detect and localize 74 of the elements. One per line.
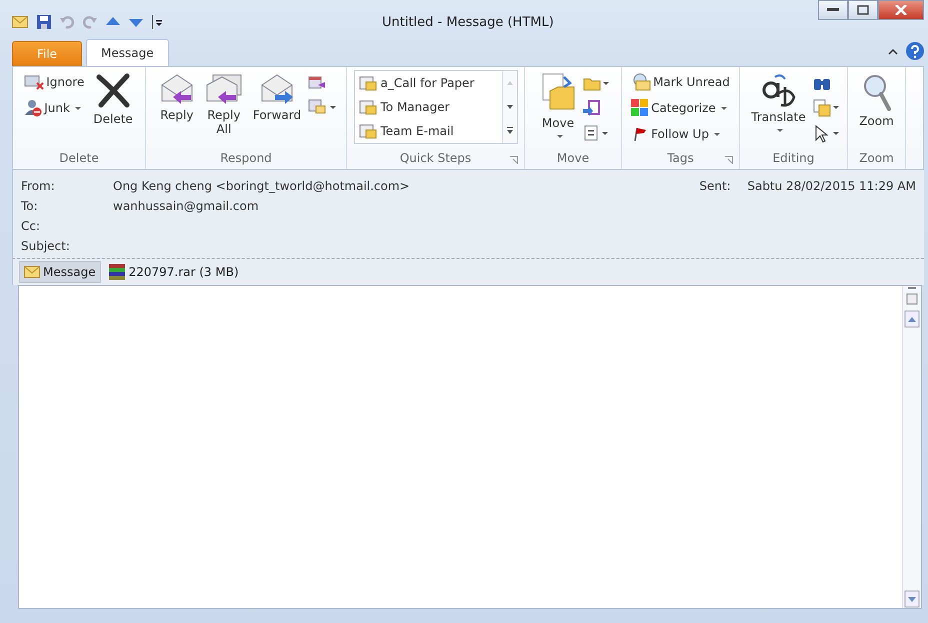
ribbon-tab[interactable]: Message [86,39,169,67]
down-arrow-icon[interactable] [129,17,143,27]
zoom-button[interactable]: Zoom [856,71,897,131]
quick-step-icon [358,99,376,115]
attachment-tab[interactable]: 220797.rar (3 MB) [102,261,244,283]
reply-all-icon [204,73,243,105]
archive-icon [108,263,126,281]
group-label: Respond [219,151,273,167]
mark-unread-icon [631,73,652,91]
quick-step-item[interactable]: Team E-mail [354,119,502,143]
field-label: Sent: [699,179,732,193]
up-arrow-icon[interactable] [106,17,120,27]
field-label: From: [21,179,56,193]
categorize-icon [631,99,650,117]
customize-icon[interactable] [152,15,162,29]
forward-icon [258,73,295,105]
reply-icon [158,73,195,105]
translate-icon [760,73,796,107]
ignore-icon [24,74,44,90]
field-value: wanhussain@gmail.com [113,199,259,213]
field-label: To: [21,199,39,213]
cursor-icon[interactable] [812,125,839,143]
delete-icon [95,73,132,109]
junk-button[interactable]: Junk [22,97,86,119]
group-label: Move [556,151,590,167]
maximize-icon [857,5,869,15]
quick-step-item[interactable]: a_Call for Paper [354,71,502,95]
quick-step-icon [358,75,376,91]
scrollbar[interactable] [902,286,921,608]
minimize-icon [827,8,839,12]
group-label: Editing [772,151,816,167]
group-label: Quick Steps [400,151,472,167]
group-label: Tags [667,151,694,167]
follow-up-button[interactable]: Follow Up [629,123,732,145]
minimize-button[interactable] [818,0,848,20]
delete-button[interactable]: Delete [90,71,136,129]
scroll-up-icon[interactable] [904,310,920,328]
categorize-button[interactable]: Categorize [629,97,732,119]
magnifier-icon [862,73,892,111]
collapse-ribbon-icon[interactable] [888,47,898,55]
dialog-launcher-icon[interactable] [510,156,518,164]
help-icon[interactable] [906,42,924,60]
field-label: Cc: [21,219,42,233]
save-icon[interactable] [37,15,51,29]
translate-button[interactable]: Translate [748,71,809,134]
scroll-down-icon[interactable] [904,590,920,608]
undo-icon[interactable] [60,15,74,29]
ignore-button[interactable]: Ignore [22,71,86,93]
envelope-icon [24,266,40,278]
envelope-icon[interactable] [12,16,28,28]
window-title: Untitled - Message (HTML) [382,15,554,30]
replace-icon[interactable] [812,99,839,117]
junk-icon [24,99,42,117]
quick-step-icon [358,123,376,139]
mark-unread-button[interactable]: Mark Unread [629,71,732,93]
quick-step-item[interactable]: To Manager [354,95,502,119]
group-label: Delete [58,151,100,167]
reply-button[interactable]: Reply [156,71,198,125]
redo-icon[interactable] [83,15,97,29]
attachment-tab[interactable]: Message [19,261,101,283]
forward-button[interactable]: Forward [250,71,304,125]
field-value: Ong Keng cheng <boringt_tworld@hotmail.com> [113,179,410,193]
group-label: Zoom [858,151,895,167]
field-label: Subject: [21,239,71,253]
close-button[interactable] [878,0,924,20]
maximize-button[interactable] [848,0,878,20]
move-button[interactable]: Move [537,71,579,140]
reply-all-button[interactable]: Reply All [202,71,246,139]
field-value: Sabtu 28/02/2015 11:29 AM [747,179,916,193]
actions-icon[interactable] [583,125,609,141]
more-respond-icon[interactable] [308,99,336,115]
dialog-launcher-icon[interactable] [725,156,733,164]
close-icon [895,5,907,15]
meeting-icon[interactable] [308,75,326,91]
